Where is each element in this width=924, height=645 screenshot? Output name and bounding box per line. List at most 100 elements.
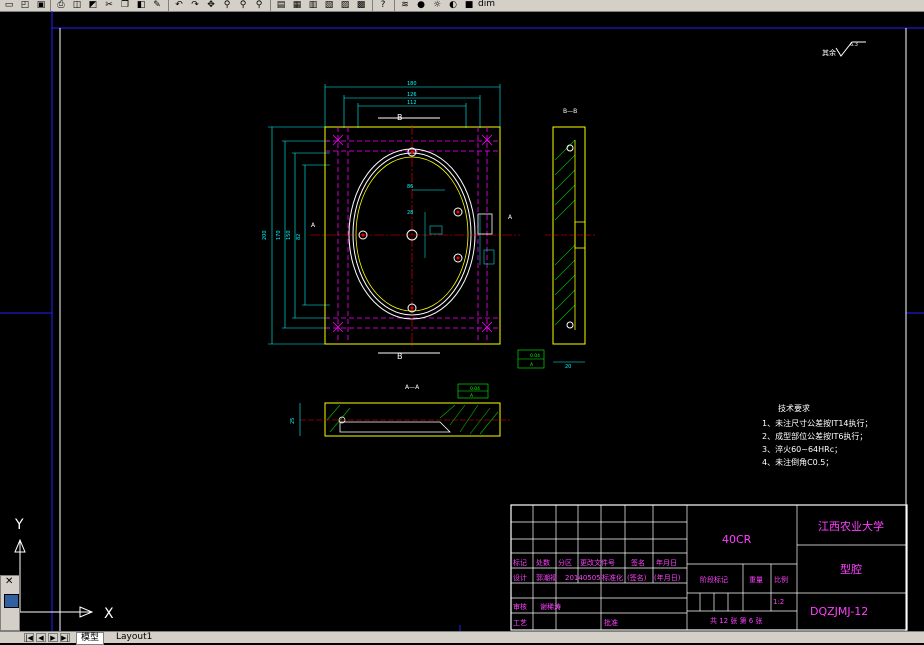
tolerance-bb-value: 0.04 — [530, 353, 540, 359]
copy-icon[interactable]: ❐ — [118, 0, 132, 10]
section-label-b-top: B — [397, 113, 403, 122]
tb-weight-label: 重量 — [749, 576, 763, 584]
light-icon[interactable]: ● — [414, 0, 428, 10]
dim-left4: 82 — [296, 234, 302, 240]
dim-top2: 126 — [407, 92, 417, 98]
tech-item-1: 1、未注尺寸公差按IT14执行； — [762, 418, 873, 428]
tb-approve-label: 批准 — [604, 618, 618, 627]
tb-hdr-4: 签名 — [631, 558, 645, 567]
tb-design-1: 郭潮福 — [536, 573, 557, 582]
tb-part-name: 型腔 — [840, 562, 862, 576]
section-label-b-bottom: B — [397, 352, 403, 361]
tolerance-aa-value: 0.04 — [470, 386, 480, 392]
help-icon[interactable]: ? — [376, 0, 390, 10]
prev-tab-button[interactable]: ◀ — [36, 633, 46, 642]
section-bb-title: B—B — [563, 108, 577, 115]
tb-scale-label: 比例 — [774, 575, 788, 584]
tb-hdr-1: 处数 — [536, 558, 550, 567]
plan-view: 180 126 112 200 170 150 82 B B A A 86 28 — [262, 81, 520, 361]
lock-icon[interactable]: ◐ — [446, 0, 460, 10]
section-aa-title: A—A — [405, 384, 420, 391]
tolerance-bb-datum: A — [530, 362, 534, 368]
cut-icon[interactable]: ✂ — [102, 0, 116, 10]
freeze-icon[interactable]: ☼ — [430, 0, 444, 10]
tb-drawing-no: DQZJMJ-12 — [810, 605, 868, 618]
ucs-x-label: X — [104, 606, 114, 622]
dim-aa-h: 25 — [290, 418, 296, 424]
layout-tabs: |◀ ◀ ▶ ▶| 模型 Layout1 — [0, 631, 924, 645]
close-icon[interactable]: ✕ — [5, 576, 13, 587]
dim-center2: 28 — [407, 210, 413, 216]
undo-icon[interactable]: ↶ — [172, 0, 186, 10]
drawing-canvas[interactable]: 其余 6.3 180 126 112 200 170 150 82 B B A … — [0, 11, 924, 631]
ucs-y-label: Y — [14, 517, 24, 533]
next-tab-button[interactable]: ▶ — [48, 633, 58, 642]
drawing-border — [0, 11, 924, 631]
tech-title: 技术要求 — [778, 403, 810, 413]
match-icon[interactable]: ✎ — [150, 0, 164, 10]
tech-item-3: 3、淬火60~64HRc； — [762, 444, 842, 454]
markup-icon[interactable]: ▨ — [338, 0, 352, 10]
tb-scale: 1:2 — [773, 598, 784, 606]
tab-model[interactable]: 模型 — [76, 632, 105, 645]
zoom-realtime-icon[interactable]: ⚲ — [220, 0, 234, 10]
zoom-previous-icon[interactable]: ⚲ — [252, 0, 266, 10]
roughness-note-label: 其余 — [822, 48, 836, 57]
dim-top3: 112 — [407, 100, 417, 106]
tb-review-name: 谢稀涛 — [540, 602, 561, 611]
tool-palette-icon[interactable]: ▥ — [306, 0, 320, 10]
tb-hdr-5: 年月日 — [656, 558, 677, 567]
current-layer-name[interactable]: dim — [478, 0, 495, 9]
tb-design-0: 设计 — [513, 573, 527, 582]
sheet-frame — [59, 28, 907, 631]
redo-icon[interactable]: ↷ — [188, 0, 202, 10]
ucs-icon: X Y — [14, 517, 114, 622]
open-icon[interactable]: ◰ — [18, 0, 32, 10]
palette-tool-icon[interactable] — [4, 594, 19, 608]
layer-icon[interactable]: ≋ — [398, 0, 412, 10]
tb-design-3: 标准化 — [602, 573, 623, 582]
tb-sheets: 共 12 张 第 6 张 — [710, 616, 763, 625]
calc-icon[interactable]: ▩ — [354, 0, 368, 10]
last-tab-button[interactable]: ▶| — [60, 633, 70, 642]
tb-process-label: 工艺 — [513, 619, 527, 627]
sheet-set-icon[interactable]: ▧ — [322, 0, 336, 10]
dim-top1: 180 — [407, 81, 417, 87]
technical-requirements: 技术要求 1、未注尺寸公差按IT14执行； 2、成型部位公差按IT6执行； 3、… — [762, 403, 873, 467]
pan-icon[interactable]: ✥ — [204, 0, 218, 10]
tb-design-5: (年月日) — [654, 573, 681, 582]
title-block: 40CR 江西农业大学 型腔 DQZJMJ-12 1:2 共 12 张 第 6 … — [510, 504, 908, 631]
paste-icon[interactable]: ◧ — [134, 0, 148, 10]
tb-material: 40CR — [722, 533, 752, 546]
preview-icon[interactable]: ◫ — [70, 0, 84, 10]
section-view-bb: B—B 20 0.04 A — [517, 108, 595, 370]
section-view-aa: A—A 25 0.04 A — [290, 383, 510, 437]
tb-hdr-0: 标记 — [513, 558, 527, 567]
dim-left3: 150 — [286, 230, 292, 240]
first-tab-button[interactable]: |◀ — [24, 633, 34, 642]
tb-design-2: 20140505 — [565, 574, 601, 582]
zoom-window-icon[interactable]: ⚲ — [236, 0, 250, 10]
section-label-a-left: A — [311, 222, 316, 229]
tech-item-2: 2、成型部位公差按IT6执行； — [762, 431, 867, 441]
design-center-icon[interactable]: ▦ — [290, 0, 304, 10]
print-icon[interactable]: ⎙ — [54, 0, 68, 10]
properties-icon[interactable]: ▤ — [274, 0, 288, 10]
roughness-note: 其余 6.3 — [822, 41, 866, 57]
dim-left1: 200 — [262, 230, 268, 240]
roughness-symbol-value: 6.3 — [850, 42, 858, 48]
publish-icon[interactable]: ◩ — [86, 0, 100, 10]
dim-left2: 170 — [276, 230, 282, 240]
new-icon[interactable]: ▭ — [2, 0, 16, 10]
dim-center1: 86 — [407, 184, 413, 190]
tb-hdr-3: 更改文件号 — [580, 558, 615, 567]
tb-school: 江西农业大学 — [818, 519, 884, 533]
tech-item-4: 4、未注倒角C0.5； — [762, 457, 833, 467]
save-icon[interactable]: ▣ — [34, 0, 48, 10]
section-label-a-right: A — [508, 214, 513, 221]
tb-review-label: 审核 — [513, 602, 527, 611]
color-icon[interactable]: ■ — [462, 0, 476, 10]
tb-hdr-2: 分区 — [558, 558, 572, 567]
tab-layout1[interactable]: Layout1 — [112, 632, 156, 643]
dim-section-w: 20 — [565, 364, 571, 370]
